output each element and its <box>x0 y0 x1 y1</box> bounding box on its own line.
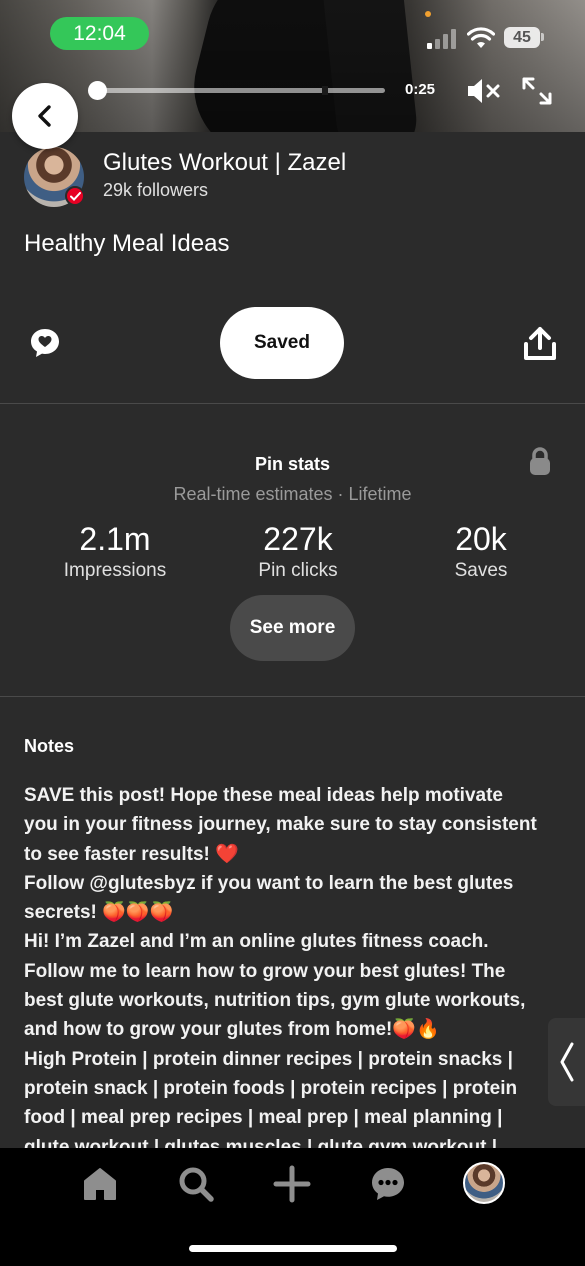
stat-saves: 20k Saves <box>391 520 571 582</box>
chevron-left-icon <box>560 1042 573 1082</box>
stat-label: Pin clicks <box>258 560 338 581</box>
nav-create[interactable] <box>272 1164 312 1204</box>
board-title[interactable]: Healthy Meal Ideas <box>24 230 229 258</box>
notes-line: protein snack | protein foods | protein … <box>24 1077 518 1099</box>
speaker-muted-icon[interactable] <box>465 75 501 107</box>
expand-icon[interactable] <box>520 75 554 107</box>
nav-search[interactable] <box>176 1164 216 1204</box>
status-time: 12:04 <box>50 17 149 50</box>
notes-text: SAVE this post! Hope these meal ideas he… <box>24 781 564 1148</box>
stat-impressions: 2.1m Impressions <box>25 520 205 582</box>
cellular-signal-icon <box>427 29 456 49</box>
notes-line: SAVE this post! Hope these meal ideas he… <box>24 785 503 806</box>
creator-name[interactable]: Glutes Workout | Zazel <box>103 149 346 177</box>
notes-line: to see faster results! ❤️ <box>24 843 239 865</box>
pin-details-sheet: Glutes Workout | Zazel 29k followers Hea… <box>0 132 585 1148</box>
nav-messages[interactable] <box>368 1164 408 1204</box>
creator-followers: 29k followers <box>103 180 209 200</box>
video-scrubber-handle[interactable] <box>88 81 107 100</box>
plus-icon <box>273 1165 311 1203</box>
see-more-button[interactable]: See more <box>230 595 355 661</box>
notes-line: Follow @glutesbyz if you want to learn t… <box>24 872 514 894</box>
notes-line: secrets! 🍑🍑🍑 <box>24 902 174 924</box>
notes-line: glute workout | glutes muscles | glute g… <box>24 1136 498 1148</box>
video-elapsed-time: 0:25 <box>405 81 436 98</box>
notes-line: Follow me to learn how to grow your best… <box>24 960 506 982</box>
nav-home[interactable] <box>80 1164 120 1204</box>
stat-label: Saves <box>454 560 508 581</box>
home-icon <box>84 1168 116 1200</box>
stat-value: 20k <box>455 521 507 557</box>
notes-line: food | meal prep recipes | meal prep | m… <box>24 1107 503 1129</box>
side-panel-handle[interactable] <box>548 1018 585 1106</box>
notes-line: and how to grow your glutes from home!🍑🔥 <box>24 1019 440 1041</box>
privacy-indicator <box>425 11 431 17</box>
section-divider <box>0 696 585 697</box>
pin-stats-subtitle: Real-time estimates · Lifetime <box>173 484 412 504</box>
stat-value: 2.1m <box>79 521 151 557</box>
wifi-icon <box>467 27 495 48</box>
chat-icon <box>372 1168 404 1200</box>
battery-indicator: 45 <box>504 27 540 48</box>
pin-stats-title: Pin stats <box>254 454 331 474</box>
saved-button[interactable]: Saved <box>220 307 344 379</box>
chevron-left-icon <box>38 105 51 127</box>
video-progress-bar[interactable] <box>97 88 385 93</box>
nav-profile-avatar[interactable] <box>463 1162 505 1204</box>
notes-title: Notes <box>24 736 75 756</box>
notes-line: Hi! I’m Zazel and I’m an online glutes f… <box>24 931 489 953</box>
stat-value: 227k <box>263 521 333 557</box>
section-divider <box>0 403 585 404</box>
share-upload-icon[interactable] <box>522 326 558 362</box>
notes-line: High Protein | protein dinner recipes | … <box>24 1048 513 1070</box>
notes-line: you in your fitness journey, make sure t… <box>24 814 537 836</box>
notes-line: best glute workouts, nutrition tips, gym… <box>24 990 526 1012</box>
back-button[interactable] <box>12 83 78 149</box>
home-indicator[interactable] <box>189 1245 397 1252</box>
lock-icon <box>530 447 550 475</box>
stat-label: Impressions <box>63 560 167 581</box>
search-icon <box>179 1167 214 1202</box>
stat-pin-clicks: 227k Pin clicks <box>208 520 388 582</box>
verified-badge-icon <box>65 186 85 206</box>
comment-heart-icon[interactable] <box>28 326 62 360</box>
